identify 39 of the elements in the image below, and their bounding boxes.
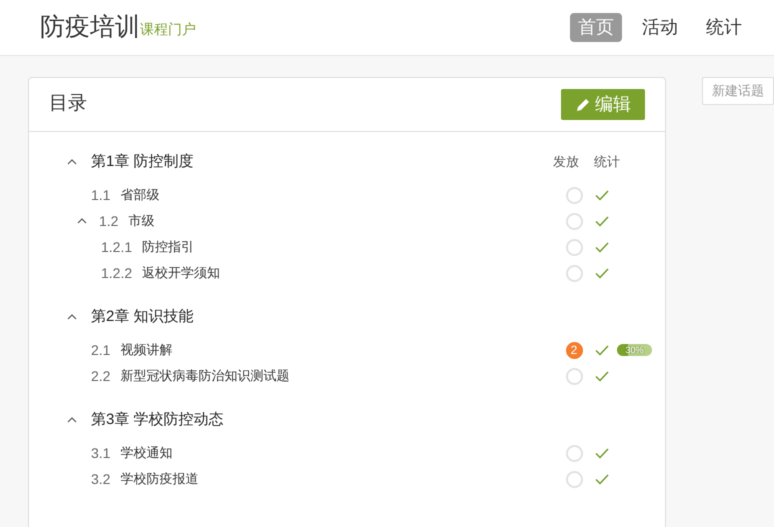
column-header: 统计 xyxy=(594,153,620,172)
caret-icon[interactable] xyxy=(67,159,77,165)
section-number: 1.1 xyxy=(91,186,110,204)
section-number: 1.2 xyxy=(99,212,118,230)
caret-icon[interactable] xyxy=(67,417,77,423)
section-number: 3.1 xyxy=(91,444,110,462)
section-number: 1.2.2 xyxy=(101,264,132,282)
check-icon[interactable] xyxy=(595,268,609,278)
column-header: 发放 xyxy=(553,153,579,172)
section-title[interactable]: 返校开学须知 xyxy=(142,263,220,283)
check-icon[interactable] xyxy=(595,190,609,200)
caret-icon[interactable] xyxy=(67,314,77,320)
check-icon[interactable] xyxy=(595,344,609,356)
site-subtitle: 课程门户 xyxy=(140,20,196,39)
pencil-icon xyxy=(575,96,591,112)
section-title[interactable]: 省部级 xyxy=(120,185,160,205)
chapter-title[interactable]: 第2章 知识技能 xyxy=(91,306,194,328)
section-title[interactable]: 学校通知 xyxy=(120,443,172,463)
catalog-title: 目录 xyxy=(49,92,88,116)
section-title[interactable]: 防控指引 xyxy=(142,237,194,257)
section-title[interactable]: 市级 xyxy=(128,211,154,231)
check-icon[interactable] xyxy=(595,474,609,484)
section-title[interactable]: 视频讲解 xyxy=(120,340,172,360)
chapter-title[interactable]: 第1章 防控制度 xyxy=(91,150,194,174)
chapter-title[interactable]: 第3章 学校防控动态 xyxy=(91,408,224,432)
check-icon[interactable] xyxy=(595,216,609,226)
section-number: 2.2 xyxy=(91,366,110,386)
site-logo[interactable]: 防疫培训 xyxy=(40,8,140,46)
check-icon[interactable] xyxy=(595,370,609,382)
section-title[interactable]: 新型冠状病毒防治知识测试题 xyxy=(120,366,290,386)
section-number: 3.2 xyxy=(91,470,110,488)
nav-tab[interactable]: 统计 xyxy=(698,13,750,42)
check-icon[interactable] xyxy=(595,242,609,252)
nav-tab[interactable]: 活动 xyxy=(634,13,686,42)
check-icon[interactable] xyxy=(595,448,609,458)
section-title[interactable]: 学校防疫报道 xyxy=(120,469,198,489)
caret-icon[interactable] xyxy=(77,218,87,224)
section-number: 1.2.1 xyxy=(101,238,132,256)
section-number: 2.1 xyxy=(91,340,110,360)
